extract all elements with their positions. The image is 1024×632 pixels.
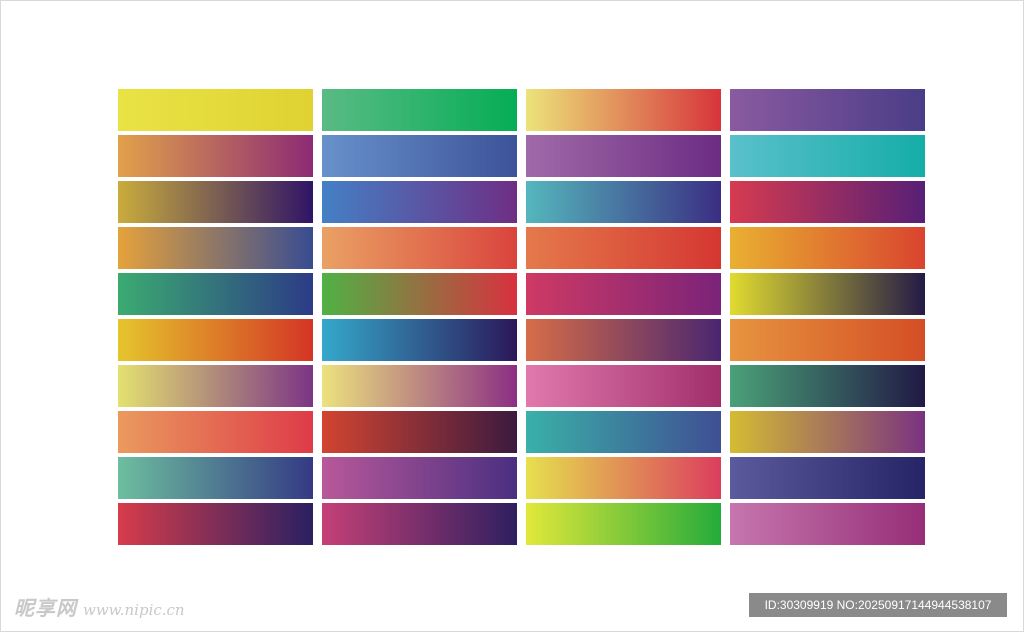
gradient-swatch [118,319,313,361]
gradient-swatch [526,411,721,453]
gradient-swatch [730,135,925,177]
gradient-swatch [322,319,517,361]
gradient-swatch [118,457,313,499]
gradient-swatch [322,135,517,177]
gradient-swatch [730,89,925,131]
gradient-swatch [730,411,925,453]
gradient-swatch [322,181,517,223]
gradient-swatch [118,365,313,407]
gradient-swatch [730,457,925,499]
gradient-swatch [526,227,721,269]
gradient-swatch [118,227,313,269]
image-id-bar: ID:30309919 NO:20250917144944538107 [749,593,1007,617]
gradient-swatch [322,411,517,453]
gradient-swatch [118,503,313,545]
watermark-logo: 昵享网 [14,596,77,620]
gradient-swatch [526,135,721,177]
watermark-url: www.nipic.cn [83,601,185,619]
gradient-swatch [730,503,925,545]
gradient-swatch [730,273,925,315]
gradient-swatch [322,365,517,407]
gradient-swatch [118,411,313,453]
gradient-swatch-grid [118,89,925,545]
gradient-swatch [526,365,721,407]
gradient-swatch [118,135,313,177]
gradient-swatch [322,273,517,315]
gradient-swatch [322,227,517,269]
gradient-swatch [322,457,517,499]
gradient-swatch [730,365,925,407]
gradient-swatch [118,181,313,223]
gradient-swatch [526,319,721,361]
gradient-swatch [526,89,721,131]
nipic-watermark: 昵享网 www.nipic.cn [14,592,185,621]
gradient-swatch [118,89,313,131]
gradient-swatch [730,319,925,361]
gradient-swatch [730,227,925,269]
gradient-swatch [322,503,517,545]
gradient-swatch [322,89,517,131]
gradient-swatch [730,181,925,223]
gradient-swatch [526,181,721,223]
gradient-swatch [118,273,313,315]
gradient-swatch [526,457,721,499]
gradient-swatch [526,503,721,545]
gradient-swatch [526,273,721,315]
